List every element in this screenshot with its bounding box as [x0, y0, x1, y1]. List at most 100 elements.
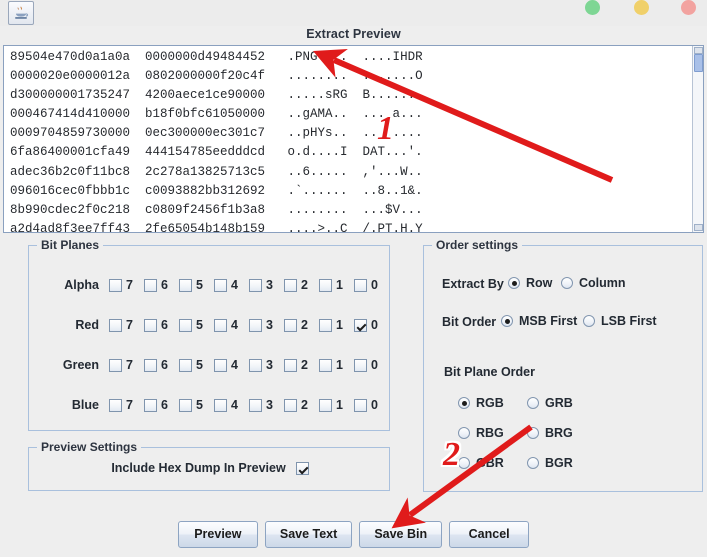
- bit-checkbox-blue-0[interactable]: [354, 398, 367, 412]
- bit-checkbox-red-1[interactable]: [319, 318, 332, 332]
- bit-cell-blue-0[interactable]: 0: [354, 398, 380, 412]
- extract-preview-textarea[interactable]: 89504e470d0a1a0a 0000000d49484452 .PNG..…: [3, 45, 704, 233]
- bit-cell-blue-6[interactable]: 6: [144, 398, 170, 412]
- bit-cell-green-3[interactable]: 3: [249, 358, 275, 372]
- hex-dump-content[interactable]: 89504e470d0a1a0a 0000000d49484452 .PNG..…: [4, 46, 692, 232]
- radio-bit-order-msb-first[interactable]: MSB First: [501, 314, 577, 328]
- bit-cell-blue-5[interactable]: 5: [179, 398, 205, 412]
- bit-checkbox-blue-3[interactable]: [249, 398, 262, 412]
- bit-cell-alpha-0[interactable]: 0: [354, 278, 380, 292]
- bit-checkbox-blue-1[interactable]: [319, 398, 332, 412]
- bit-checkbox-alpha-0[interactable]: [354, 278, 367, 292]
- bit-cell-blue-2[interactable]: 2: [284, 398, 310, 412]
- radio-bit-order-lsb-first[interactable]: LSB First: [583, 314, 657, 328]
- bit-checkbox-green-4[interactable]: [214, 358, 227, 372]
- radio-indicator[interactable]: [583, 315, 595, 327]
- bit-cell-alpha-6[interactable]: 6: [144, 278, 170, 292]
- radio-extract-by-row[interactable]: Row: [508, 276, 552, 290]
- scroll-down-button[interactable]: [694, 224, 703, 231]
- bit-cell-green-6[interactable]: 6: [144, 358, 170, 372]
- bit-checkbox-red-4[interactable]: [214, 318, 227, 332]
- bit-checkbox-red-7[interactable]: [109, 318, 122, 332]
- window-minimize-button[interactable]: [585, 0, 600, 15]
- bit-cell-red-7[interactable]: 7: [109, 318, 135, 332]
- scroll-up-button[interactable]: [694, 47, 703, 54]
- bit-cell-alpha-3[interactable]: 3: [249, 278, 275, 292]
- java-coffee-cup-icon[interactable]: [8, 1, 34, 25]
- bit-checkbox-alpha-4[interactable]: [214, 278, 227, 292]
- radio-bit-plane-order-rgb[interactable]: RGB: [458, 396, 504, 410]
- radio-bit-plane-order-brg[interactable]: BRG: [527, 426, 573, 440]
- bit-cell-alpha-5[interactable]: 5: [179, 278, 205, 292]
- bit-checkbox-red-0[interactable]: [354, 318, 367, 332]
- radio-bit-plane-order-gbr[interactable]: GBR: [458, 456, 504, 470]
- bit-cell-red-6[interactable]: 6: [144, 318, 170, 332]
- bit-cell-green-7[interactable]: 7: [109, 358, 135, 372]
- bit-cell-green-2[interactable]: 2: [284, 358, 310, 372]
- bit-checkbox-blue-2[interactable]: [284, 398, 297, 412]
- bit-cell-alpha-7[interactable]: 7: [109, 278, 135, 292]
- radio-bit-plane-order-grb[interactable]: GRB: [527, 396, 573, 410]
- bit-cell-green-5[interactable]: 5: [179, 358, 205, 372]
- save-bin-button[interactable]: Save Bin: [359, 520, 443, 548]
- include-hex-dump-row[interactable]: Include Hex Dump In Preview: [29, 461, 391, 475]
- bit-cell-blue-1[interactable]: 1: [319, 398, 345, 412]
- radio-indicator[interactable]: [527, 457, 539, 469]
- bit-cell-red-3[interactable]: 3: [249, 318, 275, 332]
- radio-label: MSB First: [519, 314, 578, 328]
- radio-indicator[interactable]: [508, 277, 520, 289]
- radio-indicator[interactable]: [527, 397, 539, 409]
- bit-number-label: 6: [161, 318, 168, 332]
- bit-cell-red-2[interactable]: 2: [284, 318, 310, 332]
- bit-checkbox-blue-6[interactable]: [144, 398, 157, 412]
- save-text-button[interactable]: Save Text: [264, 520, 353, 548]
- bit-cell-red-4[interactable]: 4: [214, 318, 240, 332]
- bit-checkbox-red-5[interactable]: [179, 318, 192, 332]
- preview-scrollbar[interactable]: [692, 46, 703, 232]
- include-hex-dump-checkbox[interactable]: [295, 461, 309, 475]
- window-maximize-button[interactable]: [634, 0, 649, 15]
- bit-checkbox-green-3[interactable]: [249, 358, 262, 372]
- bit-checkbox-alpha-7[interactable]: [109, 278, 122, 292]
- bit-cell-alpha-1[interactable]: 1: [319, 278, 345, 292]
- bit-cell-alpha-4[interactable]: 4: [214, 278, 240, 292]
- bit-checkbox-blue-7[interactable]: [109, 398, 122, 412]
- bit-checkbox-alpha-2[interactable]: [284, 278, 297, 292]
- preview-button[interactable]: Preview: [177, 520, 258, 548]
- radio-indicator[interactable]: [458, 397, 470, 409]
- radio-indicator[interactable]: [527, 427, 539, 439]
- radio-indicator[interactable]: [561, 277, 573, 289]
- bit-cell-red-0[interactable]: 0: [354, 318, 380, 332]
- bit-cell-red-5[interactable]: 5: [179, 318, 205, 332]
- radio-indicator[interactable]: [501, 315, 513, 327]
- bit-checkbox-blue-4[interactable]: [214, 398, 227, 412]
- bit-checkbox-green-5[interactable]: [179, 358, 192, 372]
- bit-checkbox-alpha-1[interactable]: [319, 278, 332, 292]
- bit-checkbox-green-2[interactable]: [284, 358, 297, 372]
- scrollbar-thumb[interactable]: [694, 54, 703, 72]
- radio-bit-plane-order-bgr[interactable]: BGR: [527, 456, 573, 470]
- bit-checkbox-alpha-5[interactable]: [179, 278, 192, 292]
- bit-checkbox-red-3[interactable]: [249, 318, 262, 332]
- radio-extract-by-column[interactable]: Column: [561, 276, 626, 290]
- bit-cell-blue-3[interactable]: 3: [249, 398, 275, 412]
- bit-cell-green-4[interactable]: 4: [214, 358, 240, 372]
- bit-cell-blue-4[interactable]: 4: [214, 398, 240, 412]
- bit-checkbox-alpha-3[interactable]: [249, 278, 262, 292]
- bit-checkbox-red-6[interactable]: [144, 318, 157, 332]
- bit-checkbox-blue-5[interactable]: [179, 398, 192, 412]
- radio-bit-plane-order-rbg[interactable]: RBG: [458, 426, 504, 440]
- bit-cell-blue-7[interactable]: 7: [109, 398, 135, 412]
- bit-checkbox-red-2[interactable]: [284, 318, 297, 332]
- bit-cell-red-1[interactable]: 1: [319, 318, 345, 332]
- bit-checkbox-green-1[interactable]: [319, 358, 332, 372]
- bit-cell-green-0[interactable]: 0: [354, 358, 380, 372]
- bit-cell-alpha-2[interactable]: 2: [284, 278, 310, 292]
- cancel-button[interactable]: Cancel: [449, 520, 530, 548]
- bit-checkbox-green-7[interactable]: [109, 358, 122, 372]
- bit-checkbox-green-0[interactable]: [354, 358, 367, 372]
- bit-checkbox-green-6[interactable]: [144, 358, 157, 372]
- bit-cell-green-1[interactable]: 1: [319, 358, 345, 372]
- bit-checkbox-alpha-6[interactable]: [144, 278, 157, 292]
- window-close-button[interactable]: [681, 0, 696, 15]
